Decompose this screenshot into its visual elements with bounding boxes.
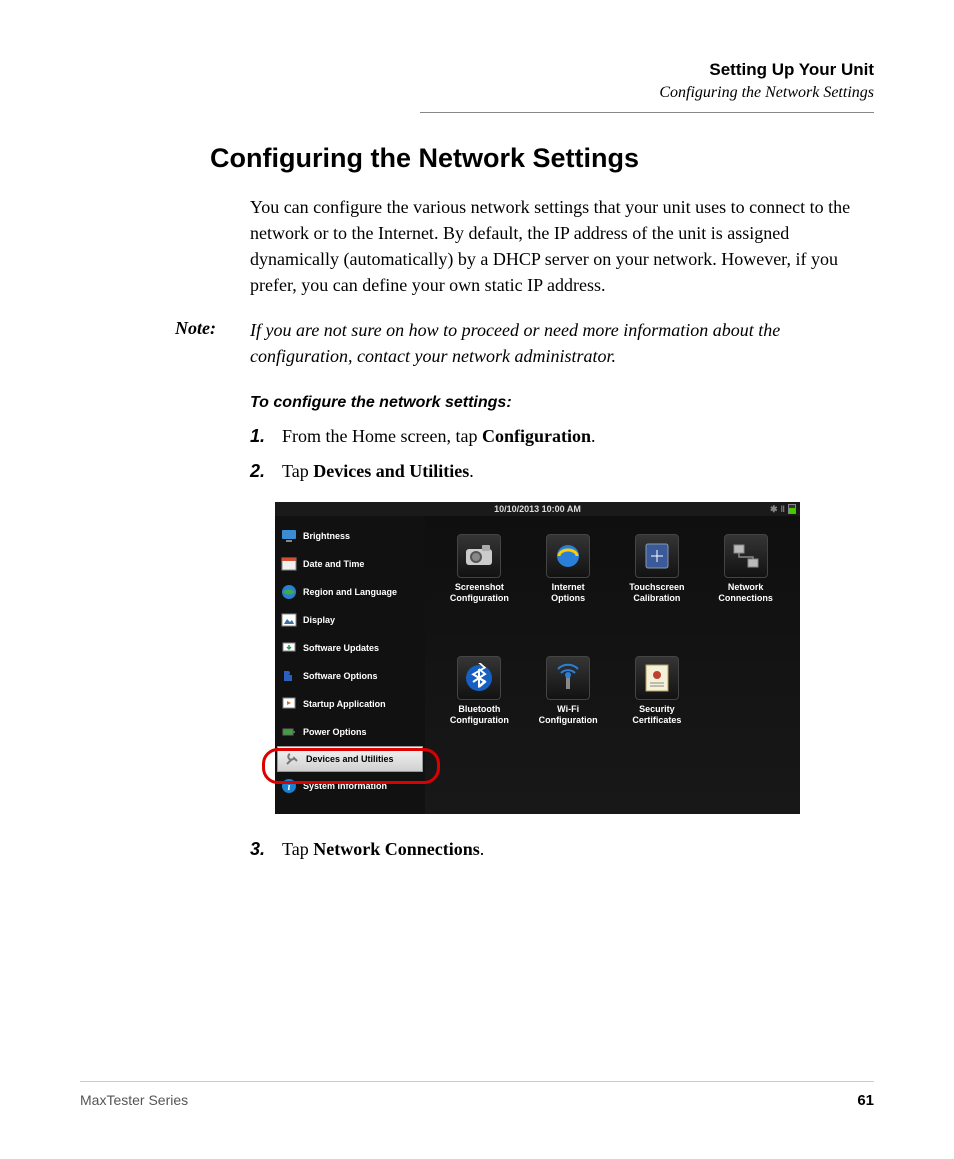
tile-network-connections[interactable]: NetworkConnections [701, 534, 790, 644]
ie-icon [546, 534, 590, 578]
step-number: 2. [250, 461, 282, 482]
sidebar-item-date-and-time[interactable]: Date and Time [275, 550, 425, 578]
step-number: 1. [250, 426, 282, 447]
step-number: 3. [250, 839, 282, 860]
tile-label: BluetoothConfiguration [450, 704, 509, 726]
section-title: Configuring the Network Settings [420, 84, 874, 102]
sidebar-item-label: Startup Application [303, 699, 386, 709]
sidebar-item-startup-application[interactable]: Startup Application [275, 690, 425, 718]
page-footer: MaxTester Series 61 [80, 1081, 874, 1109]
globe-icon [281, 584, 297, 600]
touch-icon [635, 534, 679, 578]
bluetooth-status-icon: ✱ [770, 502, 778, 516]
sidebar-item-label: System Information [303, 781, 387, 791]
step-1: 1. From the Home screen, tap Configurati… [250, 426, 874, 447]
info-icon: i [281, 778, 297, 794]
tile-bluetooth-configuration[interactable]: BluetoothConfiguration [435, 656, 524, 766]
bluetooth-icon [457, 656, 501, 700]
status-bar: 10/10/2013 10:00 AM ✱ ‖ [275, 502, 800, 516]
chapter-title: Setting Up Your Unit [420, 60, 874, 80]
tile-label: ScreenshotConfiguration [450, 582, 509, 604]
sidebar-item-label: Software Updates [303, 643, 379, 653]
tile-label: InternetOptions [551, 582, 585, 604]
tile-label: Wi-FiConfiguration [539, 704, 598, 726]
tile-security-certificates[interactable]: SecurityCertificates [613, 656, 702, 766]
settings-tiles: ScreenshotConfiguration InternetOptions To… [425, 516, 800, 814]
footer-series: MaxTester Series [80, 1092, 188, 1109]
update-icon [281, 640, 297, 656]
sidebar-item-power-options[interactable]: Power Options [275, 718, 425, 746]
sidebar-item-label: Display [303, 615, 335, 625]
step-2: 2. Tap Devices and Utilities. [250, 461, 874, 482]
sidebar-item-brightness[interactable]: Brightness [275, 522, 425, 550]
step-text: From the Home screen, tap Configuration. [282, 426, 595, 447]
header-rule [420, 112, 874, 113]
tile-label: NetworkConnections [718, 582, 773, 604]
embedded-screenshot: 10/10/2013 10:00 AM ✱ ‖ Brightness Date a… [275, 502, 800, 814]
step-text: Tap Network Connections. [282, 839, 484, 860]
wifi-icon [546, 656, 590, 700]
tile-label: TouchscreenCalibration [629, 582, 684, 604]
settings-sidebar: Brightness Date and Time Region and Langua… [275, 516, 425, 814]
tools-icon [284, 751, 300, 767]
status-timestamp: 10/10/2013 10:00 AM [494, 504, 581, 514]
sidebar-item-label: Software Options [303, 671, 378, 681]
tile-wi-fi-configuration[interactable]: Wi-FiConfiguration [524, 656, 613, 766]
battery-icon [788, 504, 796, 514]
battery-icon [281, 724, 297, 740]
picture-icon [281, 612, 297, 628]
sidebar-item-label: Region and Language [303, 587, 397, 597]
network-icon [724, 534, 768, 578]
signal-icon: ‖ [781, 502, 785, 516]
step-text: Tap Devices and Utilities. [282, 461, 474, 482]
sidebar-item-software-options[interactable]: Software Options [275, 662, 425, 690]
sidebar-item-label: Brightness [303, 531, 350, 541]
sidebar-item-display[interactable]: Display [275, 606, 425, 634]
tile-internet-options[interactable]: InternetOptions [524, 534, 613, 644]
tile-screenshot-configuration[interactable]: ScreenshotConfiguration [435, 534, 524, 644]
startup-icon [281, 696, 297, 712]
puzzle-icon [281, 668, 297, 684]
camera-icon [457, 534, 501, 578]
sidebar-item-label: Power Options [303, 727, 367, 737]
calendar-icon [281, 556, 297, 572]
sidebar-item-system-information[interactable]: i System Information [275, 772, 425, 800]
page-heading: Configuring the Network Settings [210, 143, 874, 174]
sidebar-item-devices-and-utilities[interactable]: Devices and Utilities [277, 746, 423, 772]
sidebar-item-software-updates[interactable]: Software Updates [275, 634, 425, 662]
sidebar-item-region-and-language[interactable]: Region and Language [275, 578, 425, 606]
footer-page-number: 61 [857, 1092, 874, 1109]
note-text: If you are not sure on how to proceed or… [250, 318, 874, 368]
tile-touchscreen-calibration[interactable]: TouchscreenCalibration [613, 534, 702, 644]
intro-paragraph: You can configure the various network se… [250, 194, 874, 298]
monitor-icon [281, 528, 297, 544]
sidebar-item-label: Devices and Utilities [306, 754, 394, 764]
note-label: Note: [175, 318, 250, 368]
tile-label: SecurityCertificates [632, 704, 681, 726]
cert-icon [635, 656, 679, 700]
sidebar-item-label: Date and Time [303, 559, 364, 569]
procedure-heading: To configure the network settings: [250, 394, 874, 412]
step-3: 3. Tap Network Connections. [250, 839, 874, 860]
